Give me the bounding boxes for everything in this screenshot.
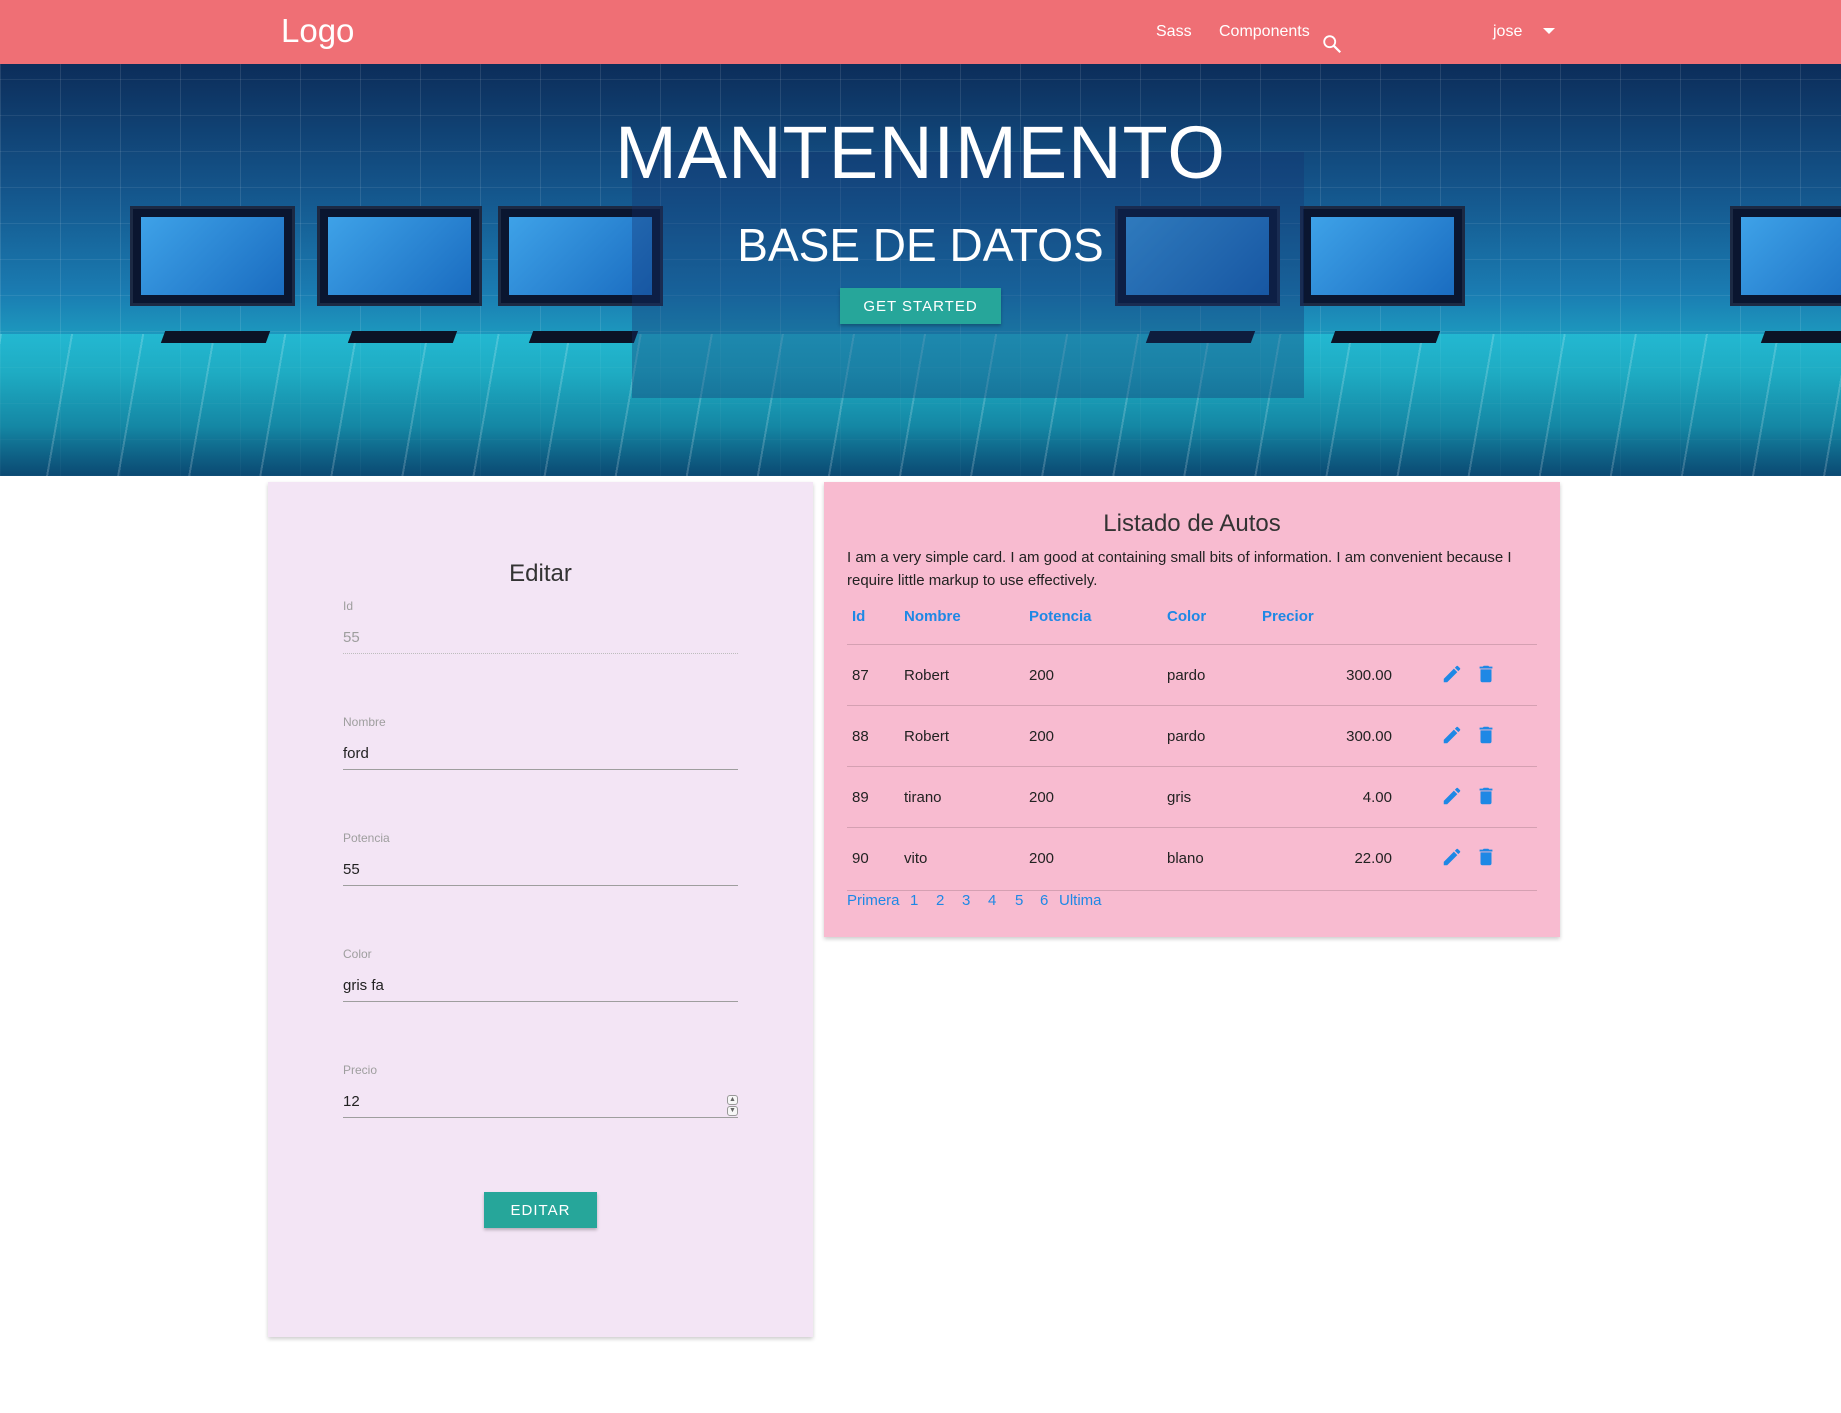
edit-icon[interactable] bbox=[1441, 724, 1463, 746]
table-row: 87 Robert 200 pardo 300.00 bbox=[847, 644, 1537, 706]
page-6[interactable]: 6 bbox=[1040, 892, 1048, 909]
column-header-precio: Precior bbox=[1262, 608, 1314, 625]
nombre-input[interactable] bbox=[343, 737, 738, 770]
color-label: Color bbox=[343, 947, 372, 961]
cell-nombre: tirano bbox=[904, 789, 942, 806]
potencia-label: Potencia bbox=[343, 831, 390, 845]
page-1[interactable]: 1 bbox=[910, 892, 918, 909]
page-2[interactable]: 2 bbox=[936, 892, 944, 909]
precio-label: Precio bbox=[343, 1063, 378, 1077]
cell-id: 87 bbox=[852, 667, 869, 684]
list-card: Listado de Autos I am a very simple card… bbox=[824, 482, 1560, 937]
cell-potencia: 200 bbox=[1029, 850, 1055, 867]
cell-precio: 22.00 bbox=[1354, 850, 1392, 867]
cell-id: 88 bbox=[852, 728, 869, 745]
cell-color: pardo bbox=[1167, 728, 1206, 745]
number-spinner[interactable]: ▲ ▼ bbox=[727, 1095, 738, 1117]
list-description: I am a very simple card. I am good at co… bbox=[847, 549, 1512, 589]
cell-color: gris bbox=[1167, 789, 1192, 806]
page-3[interactable]: 3 bbox=[962, 892, 970, 909]
edit-card: Editar Id Nombre Potencia Color Precio ▲… bbox=[268, 482, 813, 1337]
id-input bbox=[343, 621, 738, 654]
cell-color: blano bbox=[1167, 850, 1204, 867]
edit-icon[interactable] bbox=[1441, 785, 1463, 807]
navbar: Logo Sass Components jose bbox=[0, 0, 1841, 64]
user-menu[interactable]: jose bbox=[1493, 23, 1522, 41]
cell-nombre: vito bbox=[904, 850, 928, 867]
table-bottom-divider bbox=[847, 890, 1537, 891]
edit-icon[interactable] bbox=[1441, 846, 1463, 868]
get-started-button[interactable]: GET STARTED bbox=[840, 288, 1001, 324]
cell-precio: 300.00 bbox=[1346, 728, 1392, 745]
nav-link-sass[interactable]: Sass bbox=[1156, 23, 1192, 41]
cell-precio: 4.00 bbox=[1362, 789, 1392, 806]
nav-link-components[interactable]: Components bbox=[1219, 23, 1310, 41]
cell-nombre: Robert bbox=[904, 728, 950, 745]
delete-icon[interactable] bbox=[1475, 846, 1497, 868]
table-row: 89 tirano 200 gris 4.00 bbox=[847, 766, 1537, 828]
column-header-nombre: Nombre bbox=[904, 608, 961, 625]
caret-down-icon[interactable] bbox=[1543, 28, 1555, 34]
edit-title: Editar bbox=[509, 560, 572, 587]
color-input[interactable] bbox=[343, 969, 738, 1002]
cell-potencia: 200 bbox=[1029, 667, 1055, 684]
cell-id: 89 bbox=[852, 789, 869, 806]
page-5[interactable]: 5 bbox=[1015, 892, 1023, 909]
delete-icon[interactable] bbox=[1475, 663, 1497, 685]
spin-down-icon[interactable]: ▼ bbox=[727, 1106, 738, 1116]
column-header-potencia: Potencia bbox=[1029, 608, 1092, 625]
edit-icon[interactable] bbox=[1441, 663, 1463, 685]
spin-up-icon[interactable]: ▲ bbox=[727, 1095, 738, 1105]
cell-color: pardo bbox=[1167, 667, 1206, 684]
page-last[interactable]: Ultima bbox=[1059, 892, 1102, 909]
table-row: 88 Robert 200 pardo 300.00 bbox=[847, 705, 1537, 767]
delete-icon[interactable] bbox=[1475, 785, 1497, 807]
logo[interactable]: Logo bbox=[281, 12, 354, 50]
precio-input[interactable] bbox=[343, 1085, 738, 1118]
list-title: Listado de Autos bbox=[1103, 510, 1281, 537]
hero-subtitle: BASE DE DATOS bbox=[737, 219, 1104, 271]
hero-title: MANTENIMENTO bbox=[615, 111, 1226, 194]
cell-potencia: 200 bbox=[1029, 789, 1055, 806]
cell-precio: 300.00 bbox=[1346, 667, 1392, 684]
search-icon[interactable] bbox=[1321, 33, 1343, 55]
column-header-id: Id bbox=[852, 608, 866, 625]
cell-nombre: Robert bbox=[904, 667, 950, 684]
page-4[interactable]: 4 bbox=[988, 892, 996, 909]
nombre-label: Nombre bbox=[343, 715, 386, 729]
delete-icon[interactable] bbox=[1475, 724, 1497, 746]
editar-button[interactable]: EDITAR bbox=[484, 1192, 597, 1228]
id-label: Id bbox=[343, 599, 354, 613]
page-first[interactable]: Primera bbox=[847, 892, 900, 909]
potencia-input[interactable] bbox=[343, 853, 738, 886]
cell-potencia: 200 bbox=[1029, 728, 1055, 745]
cell-id: 90 bbox=[852, 850, 869, 867]
table-row: 90 vito 200 blano 22.00 bbox=[847, 827, 1537, 889]
column-header-color: Color bbox=[1167, 608, 1207, 625]
